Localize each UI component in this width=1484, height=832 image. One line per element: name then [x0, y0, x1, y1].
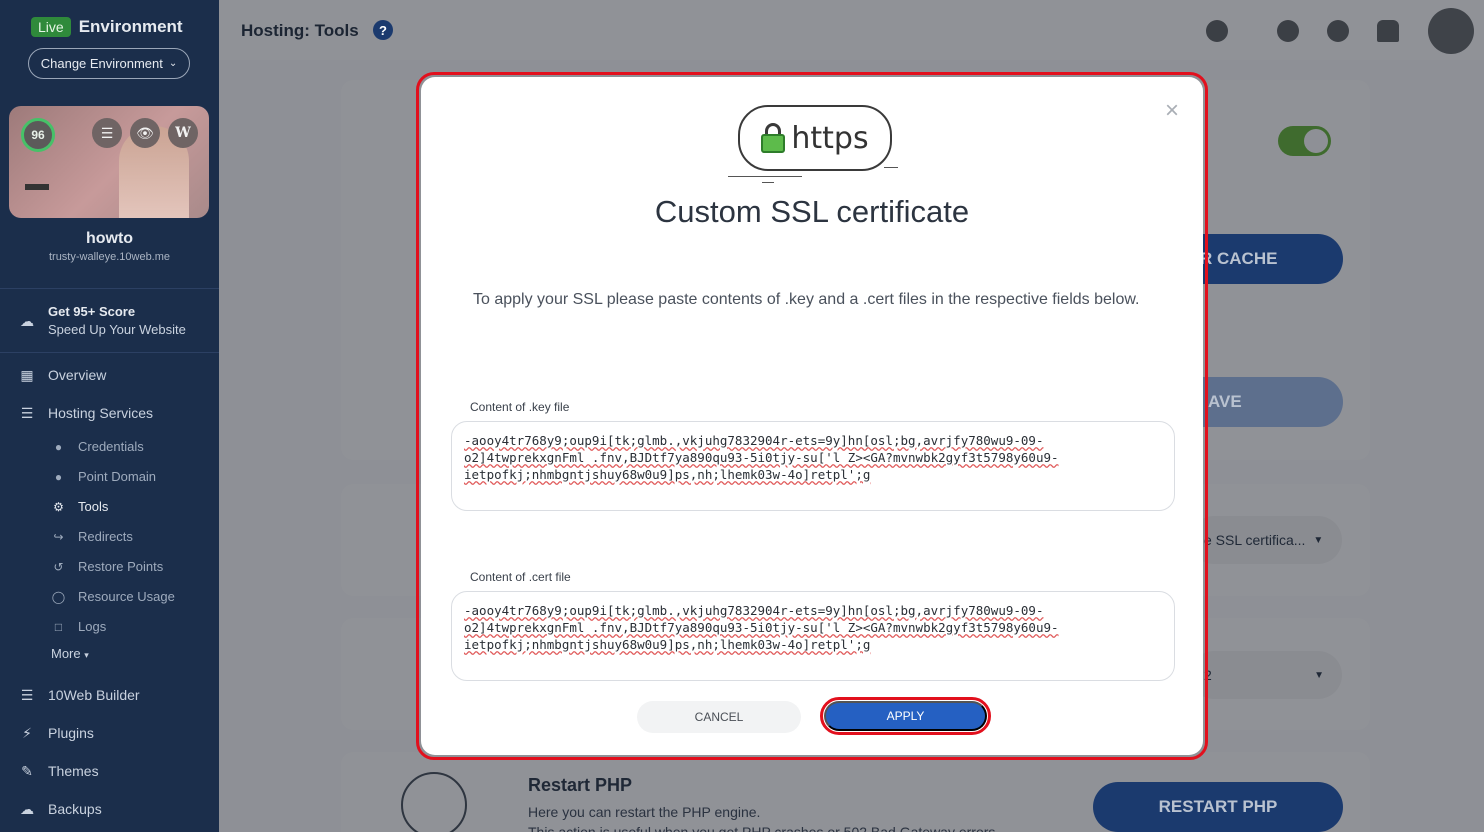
sidebar-subitem-resource-usage[interactable]: ◯ Resource Usage [51, 589, 175, 604]
sidebar-item-plugins[interactable]: ⚡ Plugins [18, 724, 94, 742]
layers-icon: ☰ [20, 686, 34, 703]
restart-php-description: Here you can restart the PHP engine. [528, 804, 761, 820]
cloud-backup-icon: ☁ [20, 800, 34, 817]
sidebar-subitem-restore-points[interactable]: ↺ Restore Points [51, 559, 163, 574]
badge-underline [884, 167, 898, 168]
sidebar-subitem-label: Resource Usage [78, 589, 175, 604]
pie-chart-icon[interactable] [1277, 20, 1299, 42]
sidebar-subitem-label: Tools [78, 499, 109, 514]
key-field-label: Content of .key file [470, 400, 570, 414]
sidebar-item-overview[interactable]: ▦ Overview [18, 366, 106, 384]
restore-icon: ↺ [53, 559, 64, 574]
restart-php-button[interactable]: RESTART PHP [1093, 782, 1343, 832]
plug-icon: ⚡ [22, 724, 32, 741]
loading-icon[interactable] [1327, 20, 1349, 42]
sidebar-item-label: 10Web Builder [48, 687, 140, 703]
ssl-select-value: e SSL certifica... [1204, 532, 1306, 548]
sidebar: Live Environment Change Environment ⌄ 96… [0, 0, 219, 832]
eye-icon[interactable]: 👁 [130, 118, 160, 148]
globe-icon: ● [54, 469, 63, 484]
promo-subtitle: Speed Up Your Website [48, 322, 186, 337]
sidebar-item-hosting-services[interactable]: ☰ Hosting Services [18, 404, 153, 422]
sidebar-subitem-label: Credentials [78, 439, 144, 454]
cache-toggle[interactable] [1278, 126, 1331, 156]
avatar[interactable] [1428, 8, 1474, 54]
help-icon[interactable]: ? [373, 20, 393, 40]
ssl-type-select[interactable]: e SSL certifica... ▼ [1190, 516, 1342, 564]
sidebar-item-backups[interactable]: ☁ Backups [18, 800, 102, 818]
gear-icon: ⚙ [53, 499, 64, 514]
document-icon: □ [54, 619, 63, 634]
performance-score[interactable]: 96 [21, 118, 55, 152]
sidebar-subitem-credentials[interactable]: ● Credentials [51, 439, 144, 454]
lock-icon [761, 123, 786, 153]
modal-title: Custom SSL certificate [654, 194, 970, 229]
sidebar-subitem-label: Restore Points [78, 559, 164, 574]
environment-indicator: Live Environment [31, 17, 183, 37]
sidebar-divider [0, 352, 219, 353]
sidebar-item-label: Themes [48, 763, 99, 779]
chevron-down-icon: ▾ [84, 650, 89, 660]
clock-icon[interactable] [1206, 20, 1228, 42]
restart-php-description-2: This action is useful when you get PHP c… [528, 824, 1000, 832]
sidebar-divider [0, 288, 219, 289]
sidebar-subitem-tools[interactable]: ⚙ Tools [51, 499, 108, 514]
layers-icon[interactable]: ☰ [92, 118, 122, 148]
cert-field-label: Content of .cert file [470, 570, 571, 584]
bell-icon[interactable] [1377, 20, 1399, 42]
grid-icon: ▦ [20, 366, 34, 383]
brush-icon: ✎ [21, 762, 33, 779]
gauge-icon: ◯ [51, 589, 66, 604]
change-environment-button[interactable]: Change Environment ⌄ [28, 48, 190, 79]
modal-description: To apply your SSL please paste contents … [473, 291, 1140, 308]
sidebar-subitem-point-domain[interactable]: ● Point Domain [51, 469, 156, 484]
cloud-speed-icon: ☁ [20, 312, 34, 329]
site-preview-card[interactable]: 96 ☰ 👁 W [9, 106, 209, 218]
sidebar-item-10web-builder[interactable]: ☰ 10Web Builder [18, 686, 140, 704]
redirect-icon: ↪ [53, 529, 64, 544]
sidebar-item-label: Backups [48, 801, 102, 817]
server-icon: ☰ [20, 404, 34, 421]
chevron-down-icon: ▼ [1313, 534, 1324, 546]
info-icon: ● [54, 439, 63, 454]
sidebar-item-themes[interactable]: ✎ Themes [18, 762, 99, 780]
wordpress-icon[interactable]: W [168, 118, 198, 148]
speed-promo[interactable]: ☁ Get 95+ Score Speed Up Your Website [18, 303, 186, 339]
sidebar-item-label: Hosting Services [48, 405, 154, 421]
sidebar-subitem-label: Point Domain [78, 469, 157, 484]
sidebar-more-toggle[interactable]: More ▾ [51, 646, 89, 661]
sidebar-subitem-redirects[interactable]: ↪ Redirects [51, 529, 133, 544]
change-environment-label: Change Environment [40, 56, 163, 71]
key-file-textarea[interactable]: -aooy4tr768y9;oup9i[tk;glmb.,vkjuhg78329… [451, 421, 1175, 511]
sidebar-subitem-logs[interactable]: □ Logs [51, 619, 106, 634]
sidebar-item-label: Plugins [48, 725, 94, 741]
apply-button[interactable]: APPLY [824, 701, 987, 731]
live-badge: Live [31, 17, 71, 37]
site-name: howto [85, 230, 134, 247]
cert-file-textarea[interactable]: -aooy4tr768y9;oup9i[tk;glmb.,vkjuhg78329… [451, 591, 1175, 681]
restart-icon [401, 772, 467, 832]
more-label: More [51, 646, 81, 661]
cancel-button[interactable]: CANCEL [637, 701, 801, 733]
badge-underline [762, 182, 774, 183]
chevron-down-icon: ▼ [1314, 669, 1324, 681]
php-version-select[interactable]: 2 ▼ [1190, 651, 1342, 699]
environment-title: Environment [78, 17, 183, 36]
site-preview-tag [25, 184, 49, 190]
sidebar-subitem-label: Redirects [78, 529, 133, 544]
page-title: Hosting: Tools [241, 21, 359, 40]
close-icon[interactable]: × [1165, 97, 1179, 125]
chevron-down-icon: ⌄ [168, 58, 178, 69]
sidebar-subitem-label: Logs [78, 619, 107, 634]
site-domain[interactable]: trusty-walleye.10web.me [0, 251, 219, 263]
promo-title: Get 95+ Score [48, 304, 136, 319]
https-badge-text: https [791, 120, 869, 156]
badge-underline [728, 176, 802, 177]
https-badge: https [738, 105, 892, 171]
sidebar-item-label: Overview [48, 367, 107, 383]
restart-php-title: Restart PHP [528, 775, 633, 795]
